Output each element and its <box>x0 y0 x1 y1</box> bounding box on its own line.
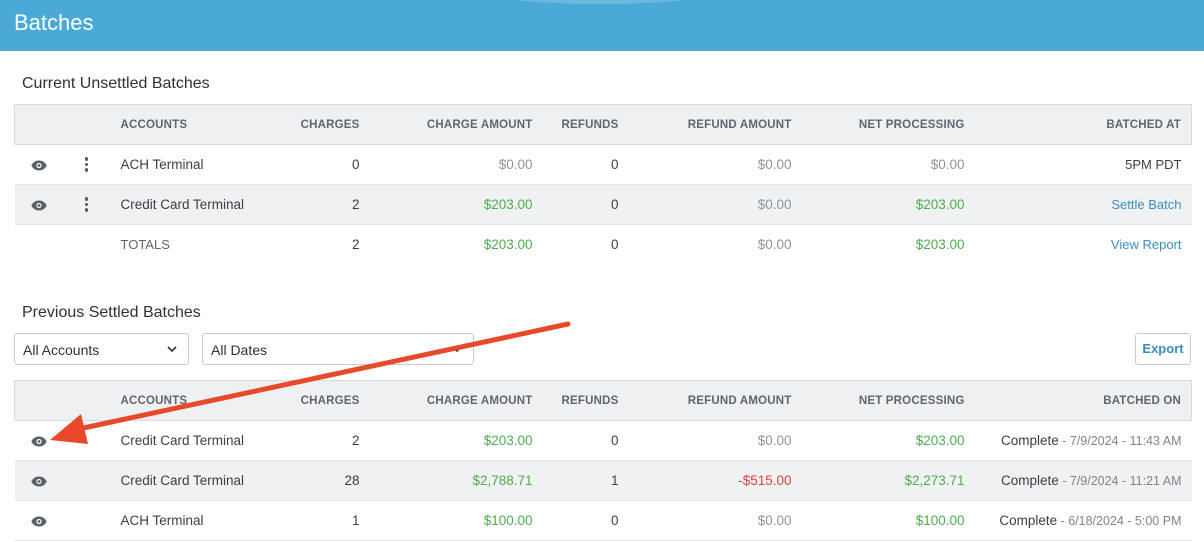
account-name: Credit Card Terminal <box>110 184 275 225</box>
refunds-count: 0 <box>542 184 629 225</box>
eye-icon <box>30 436 47 447</box>
net-processing: $203.00 <box>801 420 975 461</box>
row-actions-button[interactable] <box>62 184 111 225</box>
batched-on: Complete - 7/9/2024 - 11:43 AM <box>974 420 1192 461</box>
chevron-down-icon <box>452 346 462 353</box>
table-row: ACH Terminal 0 $0.00 0 $0.00 $0.00 5PM P… <box>14 144 1192 185</box>
totals-refunds: 0 <box>610 237 619 253</box>
chevron-down-icon <box>167 346 177 353</box>
table-row: ACH Terminal 1 $100.00 0 $0.00 $100.00 C… <box>14 500 1192 541</box>
batched-at: 5PM PDT <box>974 144 1192 185</box>
column-header-accounts: ACCOUNTS <box>110 104 275 145</box>
accounts-filter-select[interactable]: All Accounts <box>14 333 189 365</box>
refund-amount: $0.00 <box>628 184 802 225</box>
refunds-count: 0 <box>542 144 629 185</box>
current-batches-title: Current Unsettled Batches <box>22 75 210 92</box>
refunds-count: 0 <box>542 500 629 541</box>
export-button[interactable]: Export <box>1135 333 1191 365</box>
row-actions-button[interactable] <box>62 144 111 185</box>
refunds-count: 0 <box>542 420 629 461</box>
column-header-batched-at: BATCHED AT <box>974 104 1192 145</box>
charge-amount: $0.00 <box>369 144 543 185</box>
totals-row: TOTALS 2 $203.00 0 $0.00 $203.00 View Re… <box>15 225 1192 265</box>
eye-icon <box>30 160 47 171</box>
account-name: Credit Card Terminal <box>110 420 275 461</box>
account-name: ACH Terminal <box>110 500 275 541</box>
dates-filter-select[interactable]: All Dates <box>202 333 474 365</box>
page-title: Batches <box>14 10 94 35</box>
charge-amount: $2,788.71 <box>369 460 543 501</box>
table-header-row: ACCOUNTS CHARGES CHARGE AMOUNT REFUNDS R… <box>14 104 1192 145</box>
refund-amount: -$515.00 <box>628 460 802 501</box>
column-header-net-processing: NET PROCESSING <box>801 104 975 145</box>
column-header-net-processing: NET PROCESSING <box>801 380 975 421</box>
charge-amount: $203.00 <box>369 420 543 461</box>
account-name: ACH Terminal <box>110 144 275 185</box>
batch-status: Complete <box>1000 433 1059 448</box>
view-report-link[interactable]: View Report <box>975 225 1192 265</box>
charges-count: 2 <box>274 420 370 461</box>
totals-refund-amount: $0.00 <box>757 237 792 253</box>
batched-on: Complete - 6/18/2024 - 5:00 PM <box>974 500 1192 541</box>
batched-on: Complete - 7/9/2024 - 11:21 AM <box>974 460 1192 501</box>
batch-date: - 7/9/2024 - 11:43 AM <box>1058 434 1182 448</box>
accounts-filter-value: All Accounts <box>23 342 100 358</box>
view-button[interactable] <box>14 144 63 185</box>
column-header-refund-amount: REFUND AMOUNT <box>628 380 802 421</box>
column-header-charges: CHARGES <box>274 104 370 145</box>
totals-charge-amount: $203.00 <box>483 237 533 253</box>
header-highlight <box>500 0 700 4</box>
refunds-count: 1 <box>542 460 629 501</box>
totals-label: TOTALS <box>120 237 170 253</box>
kebab-menu-icon <box>84 155 89 174</box>
view-button[interactable] <box>14 420 63 461</box>
totals-net-processing: $203.00 <box>915 237 965 253</box>
charge-amount: $203.00 <box>369 184 543 225</box>
totals-charges: 2 <box>351 237 360 253</box>
refund-amount: $0.00 <box>628 420 802 461</box>
eye-icon <box>30 476 47 487</box>
table-row: Credit Card Terminal 2 $203.00 0 $0.00 $… <box>14 420 1192 461</box>
eye-icon <box>30 516 47 527</box>
column-header-charge-amount: CHARGE AMOUNT <box>369 380 543 421</box>
charges-count: 1 <box>274 500 370 541</box>
net-processing: $203.00 <box>801 184 975 225</box>
batch-date: - 6/18/2024 - 5:00 PM <box>1057 514 1182 528</box>
refund-amount: $0.00 <box>628 500 802 541</box>
table-row: Credit Card Terminal 2 $203.00 0 $0.00 $… <box>14 184 1192 225</box>
view-button[interactable] <box>14 184 63 225</box>
charges-count: 2 <box>274 184 370 225</box>
view-button[interactable] <box>14 460 63 501</box>
charges-count: 28 <box>274 460 370 501</box>
batch-status: Complete <box>999 513 1058 528</box>
previous-batches-table: ACCOUNTS CHARGES CHARGE AMOUNT REFUNDS R… <box>14 380 1192 541</box>
column-header-accounts: ACCOUNTS <box>110 380 275 421</box>
current-batches-table: ACCOUNTS CHARGES CHARGE AMOUNT REFUNDS R… <box>14 104 1192 265</box>
column-header-refund-amount: REFUND AMOUNT <box>628 104 802 145</box>
refund-amount: $0.00 <box>628 144 802 185</box>
net-processing: $0.00 <box>801 144 975 185</box>
kebab-menu-icon <box>84 195 89 214</box>
column-header-batched-on: BATCHED ON <box>974 380 1192 421</box>
table-row: Credit Card Terminal 28 $2,788.71 1 -$51… <box>14 460 1192 501</box>
column-header-charges: CHARGES <box>274 380 370 421</box>
column-header-refunds: REFUNDS <box>542 104 629 145</box>
column-header-refunds: REFUNDS <box>542 380 629 421</box>
table-header-row: ACCOUNTS CHARGES CHARGE AMOUNT REFUNDS R… <box>14 380 1192 421</box>
page-header: Batches <box>0 0 1204 51</box>
net-processing: $2,273.71 <box>801 460 975 501</box>
charge-amount: $100.00 <box>369 500 543 541</box>
account-name: Credit Card Terminal <box>110 460 275 501</box>
dates-filter-value: All Dates <box>211 342 268 358</box>
net-processing: $100.00 <box>801 500 975 541</box>
charges-count: 0 <box>274 144 370 185</box>
batch-date: - 7/9/2024 - 11:21 AM <box>1058 474 1182 488</box>
previous-batches-title: Previous Settled Batches <box>22 304 201 321</box>
eye-icon <box>30 200 47 211</box>
view-button[interactable] <box>14 500 63 541</box>
column-header-charge-amount: CHARGE AMOUNT <box>369 104 543 145</box>
settle-batch-link[interactable]: Settle Batch <box>974 184 1192 225</box>
batch-status: Complete <box>1000 473 1059 488</box>
